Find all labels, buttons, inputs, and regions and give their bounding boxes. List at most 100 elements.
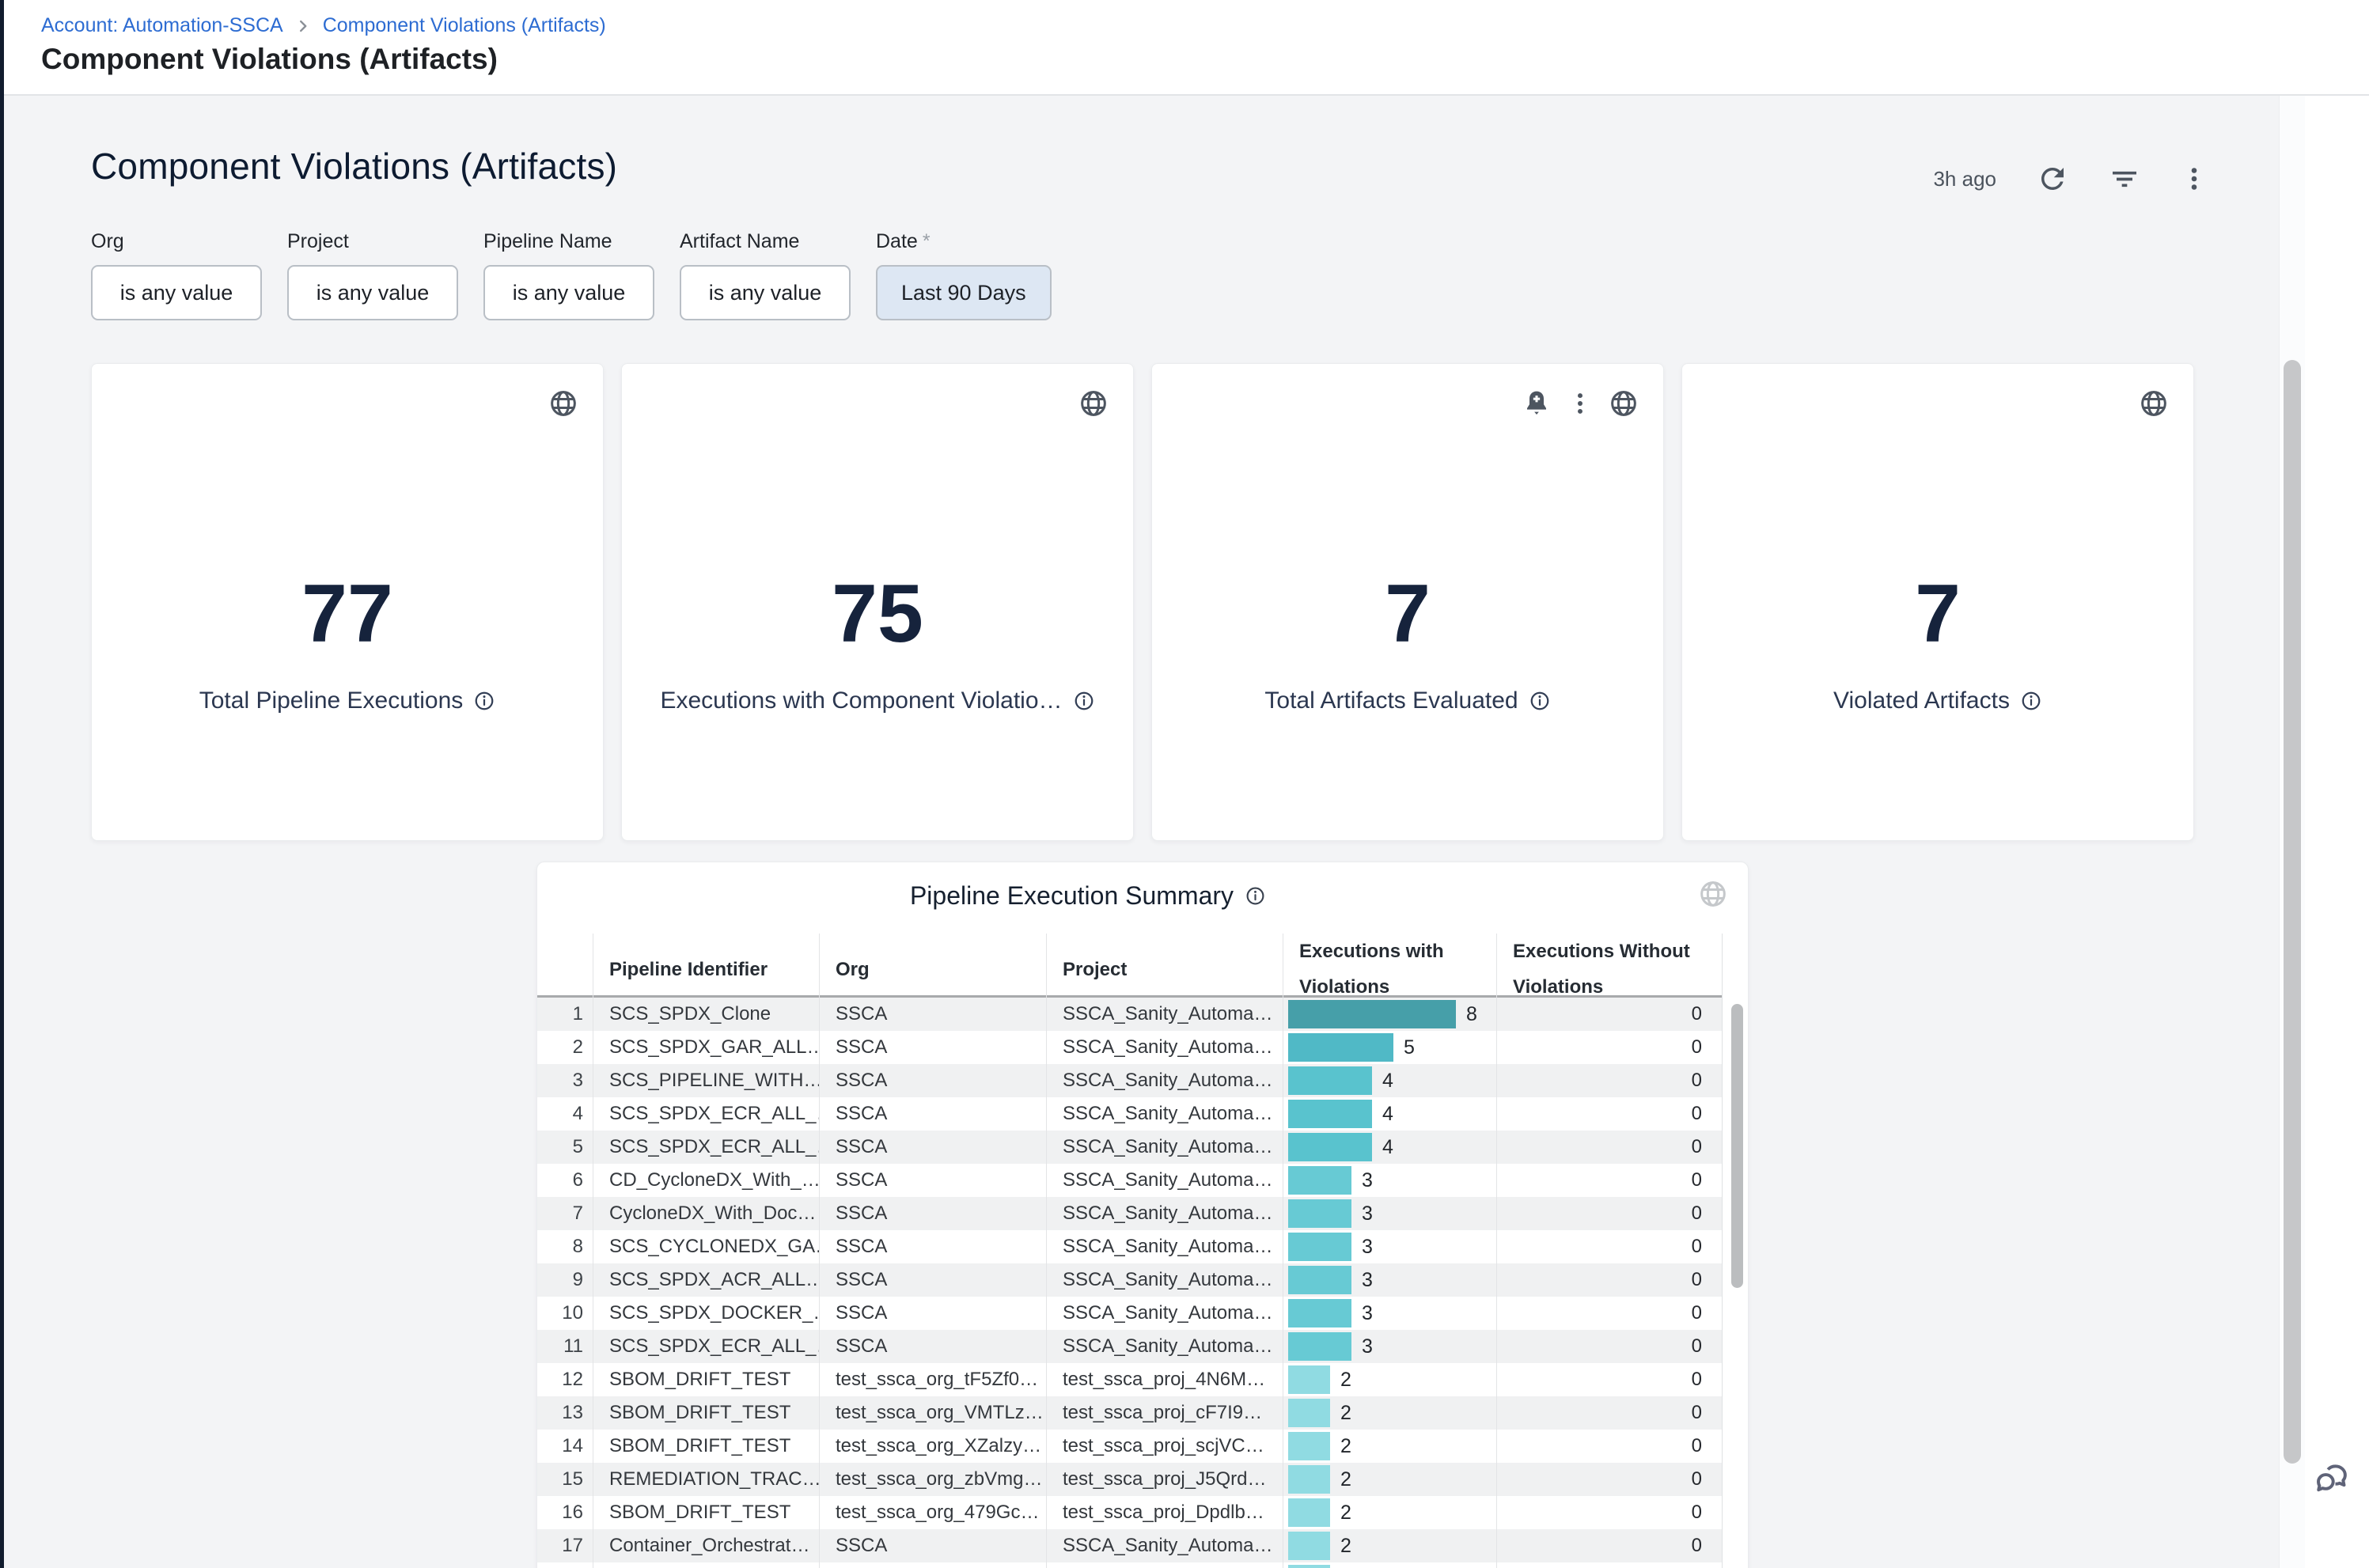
violations-bar[interactable]: [1288, 1166, 1351, 1195]
executions-with-violations-cell: 4: [1283, 1064, 1496, 1097]
table-row: 3SCS_PIPELINE_WITH…SSCASSCA_Sanity_Autom…: [537, 1064, 1722, 1097]
table-scrollbar[interactable]: [1731, 1004, 1743, 1288]
pipeline-identifier-cell: REMEDIATION_TRAC…: [593, 1463, 819, 1496]
breadcrumb-account-link[interactable]: Account: Automation-SSCA: [41, 14, 283, 37]
project-cell: test_ssca_proj_Dpdlb…: [1046, 1496, 1283, 1529]
violations-bar[interactable]: [1288, 1100, 1372, 1128]
violations-bar[interactable]: [1288, 1465, 1330, 1494]
stat-value: 75: [622, 571, 1133, 657]
org-cell: SSCA: [819, 1230, 1046, 1263]
executions-with-violations-cell: 3: [1283, 1263, 1496, 1297]
globe-icon[interactable]: [1697, 878, 1729, 914]
stat-card: 75Executions with Component Violatio…: [621, 363, 1134, 841]
violations-bar[interactable]: [1288, 1033, 1393, 1062]
column-header[interactable]: Project: [1046, 934, 1283, 1005]
violations-bar-value: 2: [1340, 1468, 1351, 1491]
column-header-label: Project: [1063, 952, 1127, 987]
pipeline-identifier-cell: SCS_SPDX_ECR_ALL_…: [593, 1097, 819, 1131]
chat-bubbles-icon[interactable]: [2309, 1457, 2356, 1505]
violations-bar[interactable]: [1288, 1199, 1351, 1228]
pipeline-identifier-cell: CD_CycloneDX_With_…: [593, 1164, 819, 1197]
column-header[interactable]: Executions Without Violations: [1496, 934, 1723, 1005]
stat-value: 77: [92, 571, 603, 657]
row-number-cell: 16: [537, 1496, 593, 1529]
executions-without-violations-cell: 0: [1496, 1363, 1723, 1396]
violations-bar[interactable]: [1288, 1066, 1372, 1095]
column-header[interactable]: Pipeline Identifier: [593, 934, 819, 1005]
info-icon[interactable]: [1073, 690, 1095, 712]
globe-icon[interactable]: [1078, 388, 1109, 419]
pipeline-identifier-cell: SCS_SPDX_ECR_ALL_…: [593, 1131, 819, 1164]
pipeline-identifier-cell: SBOM_DRIFT_TEST: [593, 1396, 819, 1430]
violations-bar[interactable]: [1288, 1299, 1351, 1327]
info-icon[interactable]: [2020, 690, 2042, 712]
globe-icon[interactable]: [1608, 388, 1639, 419]
pipeline-execution-summary-card: Pipeline Execution Summary Pipeline Iden…: [536, 862, 1749, 1568]
filter-value-chip[interactable]: is any value: [91, 265, 262, 320]
org-cell: SSCA: [819, 1197, 1046, 1230]
kebab-menu-icon[interactable]: [1567, 390, 1594, 417]
executions-with-violations-cell: 2: [1283, 1529, 1496, 1562]
row-number-cell: 11: [537, 1330, 593, 1363]
filter-label: Org: [91, 230, 262, 253]
executions-without-violations-cell: 0: [1496, 1197, 1723, 1230]
org-cell: test_ssca_org_tF5Zf0…: [819, 1363, 1046, 1396]
stat-label-row: Total Artifacts Evaluated: [1152, 687, 1663, 714]
table-row: 13SBOM_DRIFT_TESTtest_ssca_org_VMTLz…tes…: [537, 1396, 1722, 1430]
violations-bar[interactable]: [1288, 1233, 1351, 1261]
executions-without-violations-cell: 0: [1496, 1164, 1723, 1197]
pipeline-identifier-cell: [593, 1562, 819, 1568]
refresh-icon[interactable]: [2036, 162, 2069, 195]
violations-bar[interactable]: [1288, 1565, 1330, 1568]
org-cell: SSCA: [819, 1131, 1046, 1164]
org-cell: test_ssca_org_VMTLz…: [819, 1396, 1046, 1430]
violations-bar[interactable]: [1288, 1432, 1330, 1460]
row-number-cell: 4: [537, 1097, 593, 1131]
row-number-cell: 8: [537, 1230, 593, 1263]
bell-plus-icon[interactable]: [1521, 388, 1552, 419]
project-cell: test_ssca_proj_scjVC…: [1046, 1430, 1283, 1463]
column-header[interactable]: Executions with Violations: [1283, 934, 1496, 1005]
violations-bar[interactable]: [1288, 1133, 1372, 1161]
executions-without-violations-cell: 0: [1496, 1529, 1723, 1562]
stat-cards-row: 77Total Pipeline Executions75Executions …: [91, 363, 2194, 841]
violations-bar[interactable]: [1288, 1000, 1456, 1028]
row-number-cell: 9: [537, 1263, 593, 1297]
violations-bar[interactable]: [1288, 1532, 1330, 1560]
filter-value-chip[interactable]: is any value: [483, 265, 654, 320]
executions-with-violations-cell: 2: [1283, 1463, 1496, 1496]
executions-without-violations-cell: 0: [1496, 1330, 1723, 1363]
row-number-cell: 1: [537, 998, 593, 1031]
breadcrumb-current-link[interactable]: Component Violations (Artifacts): [323, 14, 606, 37]
table-row: 8SCS_CYCLONEDX_GA…SSCASSCA_Sanity_Automa…: [537, 1230, 1722, 1263]
table-row: 15REMEDIATION_TRAC…test_ssca_org_zbVmg…t…: [537, 1463, 1722, 1496]
row-number-cell: 10: [537, 1297, 593, 1330]
violations-bar[interactable]: [1288, 1332, 1351, 1361]
violations-bar[interactable]: [1288, 1365, 1330, 1394]
globe-icon[interactable]: [548, 388, 579, 419]
kebab-menu-icon[interactable]: [2180, 165, 2208, 193]
filter-icon[interactable]: [2109, 163, 2140, 195]
globe-icon[interactable]: [2138, 388, 2170, 419]
violations-bar[interactable]: [1288, 1399, 1330, 1427]
violations-bar[interactable]: [1288, 1498, 1330, 1527]
row-number-cell: [537, 1562, 593, 1568]
column-header-label: Pipeline Identifier: [609, 952, 768, 987]
page-scrollbar[interactable]: [2284, 360, 2301, 1464]
row-number-cell: 5: [537, 1131, 593, 1164]
info-icon[interactable]: [473, 690, 495, 712]
filter-value-chip[interactable]: is any value: [680, 265, 851, 320]
card-icons: [548, 388, 579, 419]
info-icon[interactable]: [1245, 885, 1266, 907]
info-icon[interactable]: [1529, 690, 1551, 712]
dashboard-title: Component Violations (Artifacts): [91, 145, 617, 187]
pipeline-identifier-cell: SCS_SPDX_GAR_ALL…: [593, 1031, 819, 1064]
violations-bar[interactable]: [1288, 1266, 1351, 1294]
filter-label: Date*: [876, 230, 1052, 253]
filter-value-chip[interactable]: is any value: [287, 265, 458, 320]
filter-value-chip[interactable]: Last 90 Days: [876, 265, 1052, 320]
column-header[interactable]: Org: [819, 934, 1046, 1005]
stat-label: Total Artifacts Evaluated: [1264, 687, 1518, 714]
org-cell: SSCA: [819, 1164, 1046, 1197]
project-cell: SSCA_Sanity_Automa…: [1046, 1064, 1283, 1097]
